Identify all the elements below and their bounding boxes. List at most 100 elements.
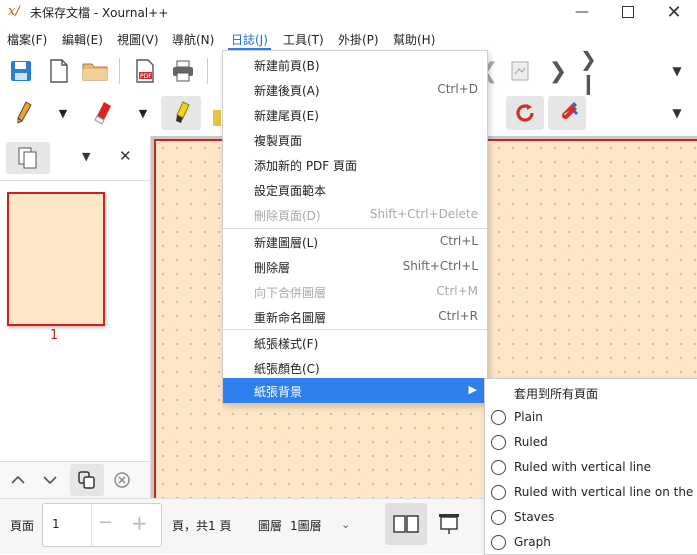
paper-background-submenu: 套用到所有頁面 Plain Ruled Ruled with vertical …	[484, 378, 697, 555]
submenu-item-plain[interactable]: Plain	[485, 405, 697, 430]
menu-item-delete-page[interactable]: 刪除頁面(D) Shift+Ctrl+Delete	[223, 202, 487, 227]
menu-item-label: 紙張背景	[254, 385, 303, 399]
page-thumbnail[interactable]	[7, 192, 105, 326]
menu-item-shortcut: Shift+Ctrl+Delete	[369, 207, 478, 221]
menu-help[interactable]: 幫助(H)	[390, 31, 438, 48]
menu-item-merge-layer-down[interactable]: 向下合併圖層 Ctrl+M	[223, 279, 487, 304]
menu-item-label: 紙張顏色(C)	[254, 362, 320, 376]
eraser-options-dropdown-icon[interactable]: ▼	[128, 98, 158, 128]
pen-icon[interactable]	[8, 98, 38, 128]
menu-navigate[interactable]: 導航(N)	[169, 31, 217, 48]
title-bar: x∕ 未保存文檔 - Xournal++ — ✕	[0, 0, 697, 24]
submenu-item-staves[interactable]: Staves	[485, 505, 697, 530]
radio-icon[interactable]	[491, 535, 506, 550]
toolbar-overflow-icon[interactable]: ▼	[662, 56, 692, 86]
page-decrement-button[interactable]: −	[98, 512, 113, 533]
radio-icon[interactable]	[491, 460, 506, 475]
menu-item-label: 刪除頁面(D)	[254, 209, 321, 223]
menu-tools[interactable]: 工具(T)	[280, 31, 327, 48]
menu-item-paper-background[interactable]: 紙張背景 ▶	[223, 378, 487, 403]
delete-page-icon[interactable]	[108, 466, 136, 494]
radio-icon[interactable]	[491, 510, 506, 525]
menu-item-shortcut: Ctrl+L	[439, 234, 478, 248]
goto-page-icon[interactable]	[505, 56, 535, 86]
submenu-item-ruled-vertical-right[interactable]: Ruled with vertical line on the right	[485, 480, 697, 505]
print-icon[interactable]	[168, 56, 198, 86]
menu-item-label: 新建前頁(B)	[254, 59, 320, 73]
save-icon[interactable]	[6, 56, 36, 86]
menu-view[interactable]: 視圖(V)	[114, 31, 162, 48]
menu-item-label: 新建圖層(L)	[254, 236, 319, 250]
new-document-icon[interactable]	[44, 56, 74, 86]
page-number-spinner[interactable]: 1 − +	[42, 503, 162, 547]
menu-item-new-page-after[interactable]: 新建後頁(A) Ctrl+D	[223, 77, 487, 102]
menu-item-shortcut: Shift+Ctrl+L	[402, 259, 478, 273]
submenu-item-label: 套用到所有頁面	[514, 387, 599, 401]
presentation-mode-icon[interactable]	[434, 505, 464, 543]
page-total-label: 頁，共1 頁	[172, 519, 232, 533]
eraser-icon[interactable]	[88, 98, 118, 128]
menu-item-rename-layer[interactable]: 重新命名圖層 Ctrl+R	[223, 304, 487, 329]
submenu-item-label: Ruled with vertical line	[514, 460, 652, 474]
layer-select-value[interactable]: 1圖層	[290, 517, 322, 534]
sidebar-view-dropdown-icon[interactable]: ▼	[82, 150, 90, 163]
xournal-icon: x∕	[8, 4, 20, 19]
menu-item-new-layer[interactable]: 新建圖層(L) Ctrl+L	[223, 229, 487, 254]
open-folder-icon[interactable]	[80, 56, 110, 86]
journal-menu-dropdown: 新建前頁(B) 新建後頁(A) Ctrl+D 新建尾頁(E) 複製頁面 添加新的…	[222, 50, 488, 404]
submenu-item-label: Plain	[514, 410, 543, 424]
menu-file[interactable]: 檔案(F)	[4, 31, 50, 48]
grid-snapping-magnet-icon[interactable]	[548, 96, 586, 130]
move-page-down-icon[interactable]	[36, 466, 64, 494]
menu-item-label: 複製頁面	[254, 134, 303, 148]
close-sidebar-icon[interactable]: ✕	[119, 147, 132, 165]
radio-icon[interactable]	[491, 410, 506, 425]
menu-item-shortcut: Ctrl+D	[437, 82, 478, 96]
text-tool-icon[interactable]	[213, 110, 221, 126]
submenu-item-label: Graph	[514, 535, 551, 549]
menu-item-delete-layer[interactable]: 刪除層 Shift+Ctrl+L	[223, 254, 487, 279]
toolbar-overflow-icon-2[interactable]: ▼	[662, 98, 692, 128]
menu-item-label: 新建後頁(A)	[254, 84, 320, 98]
svg-text:PDF: PDF	[140, 73, 152, 80]
menu-edit[interactable]: 編輯(E)	[59, 31, 106, 48]
last-page-icon[interactable]: ❯❙	[580, 47, 610, 95]
menu-item-paper-color[interactable]: 紙張顏色(C)	[223, 355, 487, 380]
page-preview-icon[interactable]	[6, 142, 50, 174]
menu-item-label: 刪除層	[254, 261, 291, 275]
submenu-item-label: Staves	[514, 510, 555, 524]
pair-pages-view-icon[interactable]	[385, 503, 427, 545]
page-number-input[interactable]: 1	[52, 517, 60, 531]
menu-item-label: 新建尾頁(E)	[254, 109, 319, 123]
menu-item-new-page-before[interactable]: 新建前頁(B)	[223, 52, 487, 77]
submenu-item-ruled-vertical[interactable]: Ruled with vertical line	[485, 455, 697, 480]
submenu-item-graph[interactable]: Graph	[485, 530, 697, 554]
menu-item-duplicate-page[interactable]: 複製頁面	[223, 127, 487, 152]
menu-plugin[interactable]: 外掛(P)	[335, 31, 382, 48]
menu-journal[interactable]: 日誌(J)	[228, 31, 271, 50]
page-increment-button[interactable]: +	[131, 511, 148, 535]
maximize-button[interactable]	[605, 0, 651, 24]
move-page-up-icon[interactable]	[4, 466, 32, 494]
menu-item-label: 重新命名圖層	[254, 311, 327, 325]
menu-item-label: 向下合併圖層	[254, 286, 327, 300]
next-page-icon[interactable]: ❯	[543, 56, 573, 86]
menu-item-page-template[interactable]: 設定頁面範本	[223, 177, 487, 202]
menu-item-label: 添加新的 PDF 頁面	[254, 159, 358, 173]
submenu-arrow-icon: ▶	[468, 383, 477, 396]
close-window-button[interactable]: ✕	[651, 0, 697, 24]
radio-icon[interactable]	[491, 435, 506, 450]
menu-item-new-page-at-end[interactable]: 新建尾頁(E)	[223, 102, 487, 127]
layer-dropdown-icon[interactable]: ⌄	[341, 518, 350, 531]
pen-options-dropdown-icon[interactable]: ▼	[48, 98, 78, 128]
menu-item-paper-format[interactable]: 紙張樣式(F)	[223, 330, 487, 355]
export-pdf-icon[interactable]: PDF	[130, 56, 160, 86]
copy-page-icon[interactable]	[70, 464, 104, 496]
submenu-item-apply-to-all-pages[interactable]: 套用到所有頁面	[485, 380, 697, 405]
minimize-button[interactable]: —	[559, 0, 605, 24]
highlighter-icon[interactable]	[161, 96, 201, 130]
radio-icon[interactable]	[491, 485, 506, 500]
menu-item-append-pdf-page[interactable]: 添加新的 PDF 頁面	[223, 152, 487, 177]
submenu-item-ruled[interactable]: Ruled	[485, 430, 697, 455]
rotation-snapping-icon[interactable]	[506, 96, 544, 130]
